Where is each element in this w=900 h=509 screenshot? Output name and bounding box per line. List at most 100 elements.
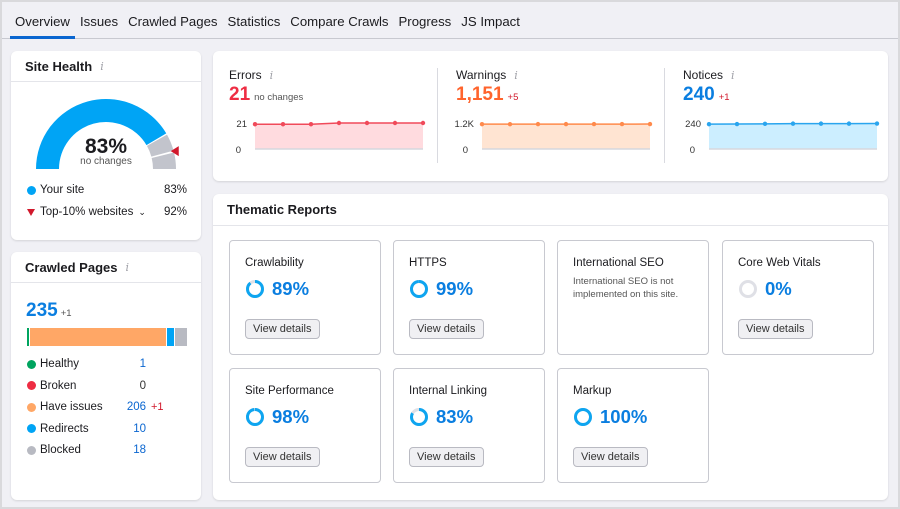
row-value: 0	[139, 379, 146, 392]
tab-js-impact[interactable]: JS Impact	[456, 3, 525, 39]
chevron-down-icon[interactable]: ⌄	[138, 207, 146, 218]
progress-ring-icon	[410, 408, 428, 426]
view-details-button[interactable]: View details	[738, 319, 813, 339]
view-details-button[interactable]: View details	[409, 447, 484, 467]
legend-label[interactable]: Top-10% websites	[40, 206, 133, 218]
sparkline-point[interactable]	[336, 120, 342, 126]
tab-issues[interactable]: Issues	[75, 3, 123, 39]
view-details-button[interactable]: View details	[245, 319, 320, 339]
sparkline-point[interactable]	[479, 121, 485, 127]
tab-statistics[interactable]: Statistics	[223, 3, 286, 39]
report-score[interactable]: 83%	[409, 406, 473, 428]
status-dot-icon	[27, 424, 36, 433]
report-name: Core Web Vitals	[738, 257, 821, 269]
status-dot-icon	[27, 402, 36, 412]
sparkline-point[interactable]	[619, 121, 625, 127]
sparkline-point[interactable]	[535, 121, 541, 127]
report-score[interactable]: 98%	[245, 406, 309, 428]
info-icon[interactable]: i	[514, 69, 518, 82]
tab-overview[interactable]: Overview	[10, 3, 75, 39]
site-health-change: no changes	[80, 156, 132, 167]
report-score[interactable]: 99%	[409, 278, 473, 300]
row-delta: +1	[151, 401, 164, 413]
sparkline-point[interactable]	[308, 122, 314, 127]
sparkline-point[interactable]	[846, 121, 852, 126]
site-health-title: Site Health	[25, 58, 93, 74]
info-icon[interactable]: i	[270, 69, 274, 82]
crawled-pages-row-blocked: Blocked 18	[27, 444, 146, 456]
sparkline-area	[709, 123, 877, 149]
report-score[interactable]: 0%	[738, 278, 792, 300]
bar-segment-have-issues[interactable]	[30, 328, 167, 346]
sparkline-point[interactable]	[280, 122, 286, 127]
sparkline-point[interactable]	[591, 121, 597, 127]
bar-segment-redirects[interactable]	[167, 328, 175, 346]
progress-ring-icon	[574, 408, 592, 426]
y-tick-bottom: 0	[236, 145, 241, 156]
metric-count: 240	[683, 84, 715, 105]
report-card-international-seo: International SEO International SEO is no…	[557, 240, 709, 355]
sparkline-point[interactable]	[734, 121, 740, 127]
sparkline-point[interactable]	[874, 121, 880, 126]
legend-your-site: Your site 83%	[27, 184, 187, 196]
report-card-https: HTTPS 99% View details	[393, 240, 545, 355]
progress-ring-icon	[410, 280, 428, 298]
tab-crawled-pages[interactable]: Crawled Pages	[123, 3, 222, 39]
tab-progress[interactable]: Progress	[394, 3, 457, 39]
crawled-pages-stacked-bar	[27, 328, 187, 346]
info-icon[interactable]: i	[126, 261, 130, 274]
legend-label: Your site	[40, 184, 85, 196]
info-icon[interactable]: i	[731, 69, 735, 82]
report-description: International SEO is not implemented on …	[573, 276, 679, 300]
ring-fill	[246, 408, 264, 426]
sparkline-point[interactable]	[706, 121, 712, 127]
bar-segment-healthy[interactable]	[27, 328, 30, 346]
sparkline-point[interactable]	[420, 120, 426, 126]
sparkline-point[interactable]	[818, 121, 824, 126]
sparkline-point[interactable]	[790, 121, 796, 126]
status-dot-icon	[27, 359, 36, 369]
view-details-button[interactable]: View details	[409, 319, 484, 339]
sparkline-point[interactable]	[392, 120, 398, 126]
row-label: Have issues	[40, 401, 103, 413]
metric-warnings: Warnings i 1,151 +5 1.2K 0	[440, 51, 660, 181]
sparkline-point[interactable]	[762, 121, 768, 127]
sparkline-point[interactable]	[364, 120, 370, 126]
report-score[interactable]: 89%	[245, 278, 309, 300]
blue-dot-icon	[27, 185, 36, 195]
sparkline-point[interactable]	[563, 121, 569, 127]
site-health-header: Site Health i	[11, 51, 201, 82]
view-details-button[interactable]: View details	[573, 447, 648, 467]
sparkline-point[interactable]	[507, 121, 513, 127]
row-value[interactable]: 1	[124, 358, 146, 370]
ring-fill	[574, 408, 592, 426]
info-icon[interactable]: i	[100, 60, 104, 73]
row-value[interactable]: 18	[124, 444, 146, 456]
row-label: Redirects	[40, 422, 89, 435]
metric-sparkline-notices: 240 0	[685, 119, 880, 156]
metric-value[interactable]: 1,151 +5	[456, 84, 518, 106]
report-name: HTTPS	[409, 257, 447, 269]
metric-label: Errors	[229, 68, 262, 82]
bar-segment-blocked[interactable]	[175, 328, 187, 346]
tab-compare-crawls[interactable]: Compare Crawls	[285, 3, 393, 39]
crawled-pages-title: Crawled Pages	[25, 259, 118, 275]
sparkline-point[interactable]	[647, 121, 653, 127]
report-card-markup: Markup 100% View details	[557, 368, 709, 483]
report-name: Markup	[573, 385, 612, 397]
metric-value[interactable]: 21 no changes	[229, 84, 303, 106]
view-details-button[interactable]: View details	[245, 447, 320, 467]
sparkline-point[interactable]	[252, 122, 258, 127]
metric-notices: Notices i 240 +1 240 0	[667, 51, 887, 181]
metric-value[interactable]: 240 +1	[683, 84, 730, 106]
crawled-pages-row-redirects: Redirects 10	[27, 423, 146, 435]
crawled-pages-total[interactable]: 235 +1	[26, 300, 72, 322]
metric-label: Warnings	[456, 68, 507, 82]
report-card-crawlability: Crawlability 89% View details	[229, 240, 381, 355]
ring-track	[739, 280, 757, 298]
report-score[interactable]: 100%	[573, 406, 647, 428]
crawled-pages-row-healthy: Healthy 1	[27, 358, 146, 370]
row-value[interactable]: 10	[124, 423, 146, 435]
crawled-pages-row-broken: Broken 0	[27, 380, 146, 392]
row-value[interactable]: 206	[124, 401, 146, 413]
